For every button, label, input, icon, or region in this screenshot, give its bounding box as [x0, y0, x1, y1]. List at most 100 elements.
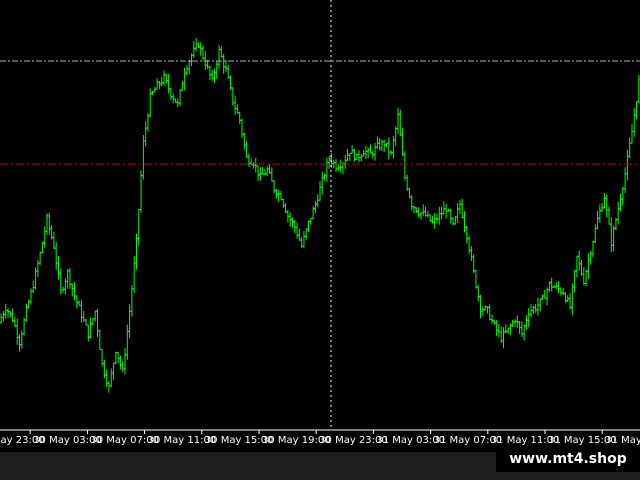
ohlc-bar — [109, 368, 114, 388]
ohlc-bar — [8, 311, 13, 318]
ohlc-bar — [448, 208, 453, 224]
ohlc-bar — [373, 142, 378, 161]
ohlc-bar — [217, 45, 222, 69]
ohlc-bar — [629, 123, 634, 144]
ohlc-bar — [171, 93, 176, 103]
ohlc-bar — [334, 159, 339, 172]
ohlc-bar — [244, 141, 249, 158]
ohlc-bar — [51, 231, 56, 250]
ohlc-bar — [148, 88, 153, 118]
ohlc-bar — [26, 299, 31, 309]
ohlc-bar — [304, 228, 309, 240]
ohlc-bar — [281, 198, 286, 209]
ohlc-bar — [359, 154, 364, 162]
ohlc-bar — [350, 145, 355, 154]
ohlc-bar — [65, 268, 70, 289]
ohlc-bar — [496, 323, 501, 338]
ohlc-bar — [503, 324, 508, 334]
ohlc-bar — [554, 282, 559, 289]
ohlc-bar — [398, 109, 403, 136]
ohlc-bar — [198, 42, 203, 56]
ohlc-bar — [508, 323, 513, 335]
ohlc-bar — [95, 308, 100, 337]
ohlc-bar — [157, 80, 162, 89]
ohlc-bar — [361, 149, 366, 157]
ohlc-bar — [136, 209, 141, 246]
ohlc-bar — [17, 334, 22, 352]
ohlc-bar — [616, 201, 621, 225]
ohlc-bar — [471, 254, 476, 274]
ohlc-bar — [240, 118, 245, 139]
ohlc-bar — [590, 240, 595, 258]
ohlc-bar — [45, 213, 50, 235]
ohlc-bar — [139, 170, 144, 213]
ohlc-bar — [547, 281, 552, 293]
ohlc-bar — [579, 259, 584, 276]
ohlc-bar — [384, 142, 389, 148]
ohlc-bar — [260, 166, 265, 175]
ohlc-bar — [313, 200, 318, 213]
ohlc-bar — [400, 127, 405, 156]
ohlc-bar — [125, 324, 130, 360]
ohlc-bar — [61, 286, 66, 293]
ohlc-bar — [604, 194, 609, 218]
ohlc-bar — [533, 303, 538, 313]
ohlc-bar — [620, 186, 625, 206]
ohlc-bar — [54, 242, 59, 270]
ohlc-bar — [164, 73, 169, 84]
ohlc-bar — [184, 64, 189, 76]
ohlc-bar — [368, 144, 373, 154]
ohlc-bar — [182, 67, 187, 91]
ohlc-bar — [535, 297, 540, 316]
ohlc-bar — [116, 351, 121, 363]
ohlc-bar — [347, 152, 352, 161]
ohlc-bar — [15, 318, 20, 345]
ohlc-bar — [283, 203, 288, 213]
ohlc-bar — [141, 135, 146, 180]
ohlc-bar — [56, 256, 61, 280]
ohlc-bar — [35, 260, 40, 277]
ohlc-bar — [1, 310, 6, 322]
ohlc-bar — [425, 210, 430, 218]
ohlc-bar — [556, 280, 561, 294]
ohlc-bar — [487, 304, 492, 321]
ohlc-bar — [473, 269, 478, 289]
price-chart[interactable]: 29 May 23:0030 May 03:0030 May 07:0030 M… — [0, 0, 640, 452]
ohlc-bar — [292, 219, 297, 234]
ohlc-bar — [515, 315, 520, 328]
ohlc-bar — [584, 269, 589, 287]
ohlc-bar — [246, 153, 251, 167]
ohlc-bar — [77, 300, 82, 306]
ohlc-bar — [166, 73, 171, 94]
ohlc-bar — [67, 268, 72, 289]
ohlc-bar — [97, 329, 102, 350]
ohlc-bar — [301, 231, 306, 248]
ohlc-bar — [412, 205, 417, 214]
ohlc-bar — [306, 220, 311, 233]
ohlc-bar — [462, 211, 467, 233]
ohlc-bar — [416, 207, 421, 218]
ohlc-bar — [70, 283, 75, 297]
watermark-text: www.mt4.shop — [496, 445, 640, 472]
chart-window[interactable]: 29 May 23:0030 May 03:0030 May 07:0030 M… — [0, 0, 640, 480]
ohlc-bar — [531, 305, 536, 314]
ohlc-bar — [106, 380, 111, 393]
ohlc-bar — [104, 369, 109, 388]
ohlc-bar — [123, 347, 128, 375]
ohlc-bar — [632, 108, 637, 137]
ohlc-bar — [524, 314, 529, 330]
ohlc-bar — [441, 201, 446, 215]
ohlc-bar — [432, 212, 437, 229]
ohlc-bar — [618, 193, 623, 212]
ohlc-bar — [74, 295, 79, 309]
ohlc-bar — [10, 308, 15, 322]
ohlc-bar — [40, 241, 45, 254]
ohlc-bar — [127, 303, 132, 339]
ohlc-bar — [118, 355, 123, 370]
ohlc-bar — [437, 206, 442, 225]
ohlc-bar — [542, 289, 547, 299]
time-axis-labels: 29 May 23:0030 May 03:0030 May 07:0030 M… — [0, 430, 640, 446]
ohlc-bar — [570, 283, 575, 315]
ohlc-bar — [393, 126, 398, 147]
ohlc-bar — [607, 206, 612, 225]
